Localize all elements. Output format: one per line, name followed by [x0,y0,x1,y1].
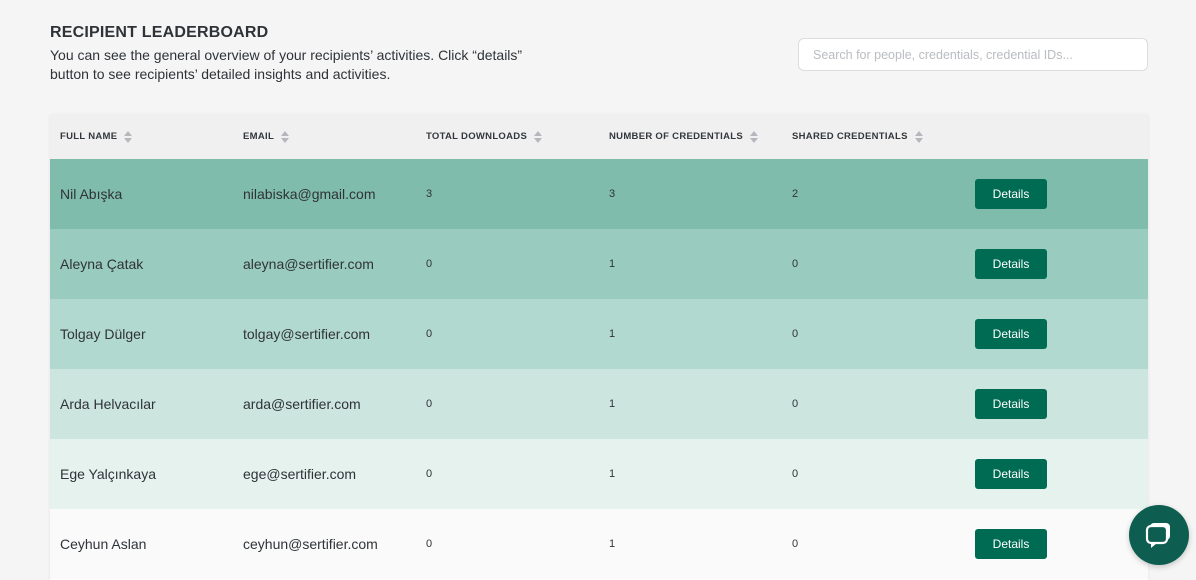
table-row: Nil Abışka nilabiska@gmail.com 3 3 2 Det… [50,159,1148,229]
recipient-email: nilabiska@gmail.com [243,186,376,202]
number-of-credentials: 1 [609,538,616,550]
total-downloads: 0 [426,468,433,480]
column-header-label: NUMBER OF CREDENTIALS [609,131,744,142]
recipient-email: aleyna@sertifier.com [243,256,374,272]
recipient-name: Aleyna Çatak [60,256,144,272]
column-header-label: TOTAL DOWNLOADS [426,131,528,142]
table-header: FULL NAME EMAIL TOTAL DOWNLOADS NUMBER O… [50,114,1148,159]
recipient-email: ege@sertifier.com [243,466,357,482]
column-header-label: FULL NAME [60,131,118,142]
recipient-name: Ceyhun Aslan [60,536,147,552]
table-row: Ege Yalçınkaya ege@sertifier.com 0 1 0 D… [50,439,1148,509]
chat-bubble-icon [1145,523,1170,548]
recipient-name: Tolgay Dülger [60,326,146,342]
number-of-credentials: 1 [609,398,616,410]
number-of-credentials: 3 [609,188,616,200]
details-button[interactable]: Details [975,529,1047,559]
number-of-credentials: 1 [609,468,616,480]
chat-widget-button[interactable] [1129,505,1189,565]
recipient-email: ceyhun@sertifier.com [243,536,378,552]
shared-credentials: 0 [792,328,799,340]
sort-icon[interactable] [281,130,290,143]
shared-credentials: 2 [792,188,799,200]
total-downloads: 3 [426,188,433,200]
page-description: You can see the general overview of your… [50,47,523,82]
column-header-full-name[interactable]: FULL NAME [60,114,133,159]
column-header-email[interactable]: EMAIL [243,114,290,159]
sort-icon[interactable] [534,130,543,143]
column-header-number-of-credentials[interactable]: NUMBER OF CREDENTIALS [609,114,759,159]
shared-credentials: 0 [792,398,799,410]
recipient-name: Arda Helvacılar [60,396,156,412]
sort-icon[interactable] [124,130,133,143]
details-button[interactable]: Details [975,179,1047,209]
recipient-leaderboard-page: RECIPIENT LEADERBOARD You can see the ge… [0,0,1196,580]
column-header-shared-credentials[interactable]: SHARED CREDENTIALS [792,114,924,159]
total-downloads: 0 [426,328,433,340]
sort-icon[interactable] [914,130,924,143]
table-row: Aleyna Çatak aleyna@sertifier.com 0 1 0 … [50,229,1148,299]
table-row: Tolgay Dülger tolgay@sertifier.com 0 1 0… [50,299,1148,369]
total-downloads: 0 [426,538,433,550]
column-header-total-downloads[interactable]: TOTAL DOWNLOADS [426,114,543,159]
number-of-credentials: 1 [609,328,616,340]
number-of-credentials: 1 [609,258,616,270]
details-button[interactable]: Details [975,319,1047,349]
search-input[interactable] [798,38,1148,71]
column-header-label: EMAIL [243,131,275,142]
leaderboard-table: FULL NAME EMAIL TOTAL DOWNLOADS NUMBER O… [50,114,1148,580]
table-row: Arda Helvacılar arda@sertifier.com 0 1 0… [50,369,1148,439]
total-downloads: 0 [426,398,433,410]
recipient-email: tolgay@sertifier.com [243,326,371,342]
sort-icon[interactable] [750,130,759,143]
details-button[interactable]: Details [975,389,1047,419]
table-row: Ceyhun Aslan ceyhun@sertifier.com 0 1 0 … [50,509,1148,579]
page-title: RECIPIENT LEADERBOARD [50,24,269,41]
total-downloads: 0 [426,258,433,270]
details-button[interactable]: Details [975,249,1047,279]
shared-credentials: 0 [792,468,799,480]
details-button[interactable]: Details [975,459,1047,489]
shared-credentials: 0 [792,538,799,550]
recipient-name: Ege Yalçınkaya [60,466,156,482]
recipient-name: Nil Abışka [60,186,123,202]
column-header-label: SHARED CREDENTIALS [792,131,908,142]
recipient-email: arda@sertifier.com [243,396,361,412]
shared-credentials: 0 [792,258,799,270]
